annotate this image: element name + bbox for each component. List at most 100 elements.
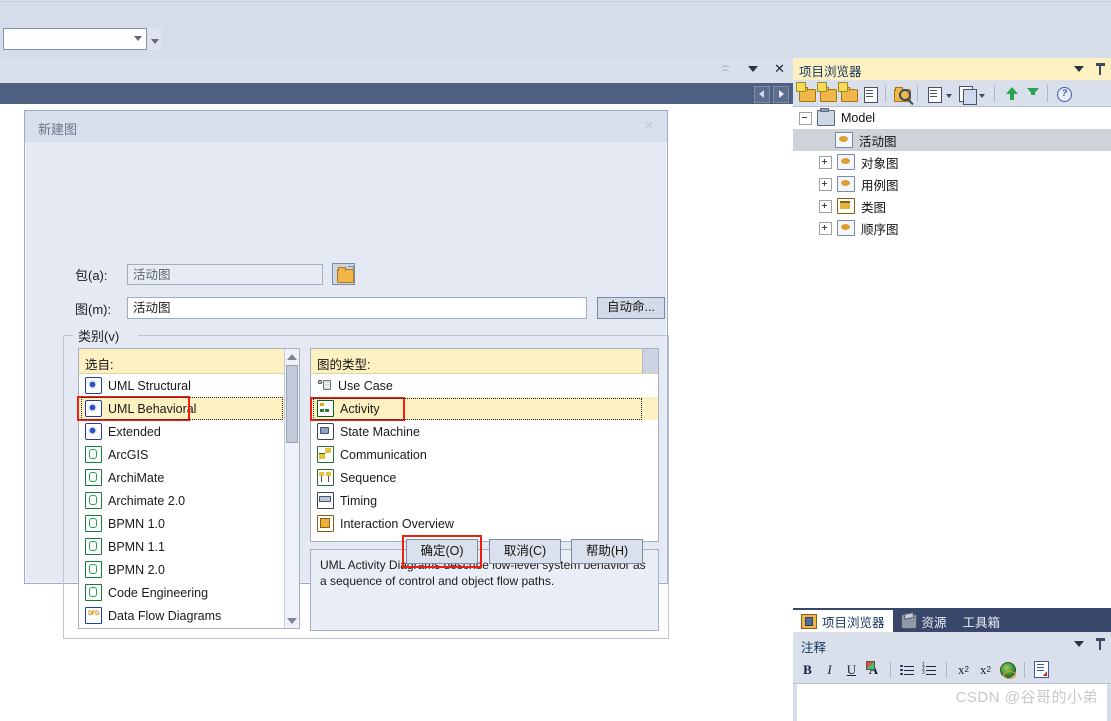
bold-button[interactable]: B	[798, 660, 817, 679]
diagram-type-list-item[interactable]: Interaction Overview	[311, 512, 658, 535]
diagram-type-list-item[interactable]: Use Case	[311, 374, 658, 397]
tree-node-label: Model	[841, 111, 876, 125]
interaction-overview-icon	[317, 515, 334, 532]
ok-button[interactable]: 确定(O)	[406, 539, 478, 564]
hyperlink-icon[interactable]	[998, 660, 1017, 679]
close-icon[interactable]: ✕	[774, 62, 785, 75]
category-list-item[interactable]: DFD Data Flow Diagrams	[79, 604, 299, 627]
category-list-item[interactable]: BPMN 1.0	[79, 512, 299, 535]
category-list-item[interactable]: Archimate 2.0	[79, 489, 299, 512]
pin-icon[interactable]	[1096, 63, 1105, 75]
new-element-icon[interactable]	[860, 84, 879, 103]
category-list-item-label: ArcGIS	[108, 447, 149, 462]
expand-icon[interactable]	[819, 221, 832, 235]
diagram-type-listbox[interactable]: 图的类型: Use Case Activity State Machine Commu…	[310, 348, 659, 542]
category-list-item[interactable]: UML Structural	[79, 374, 299, 397]
category-list-item[interactable]: ArcGIS	[79, 443, 299, 466]
tree-node[interactable]: Model	[793, 107, 1111, 129]
nav-next-icon[interactable]	[773, 86, 789, 103]
bullet-list-icon[interactable]	[898, 660, 917, 679]
notes-toolbar-separator	[946, 661, 947, 678]
scroll-thumb[interactable]	[286, 365, 298, 443]
help-icon[interactable]: ?	[1054, 84, 1073, 103]
new-folder-icon[interactable]	[817, 81, 837, 103]
edit-properties-icon[interactable]	[924, 84, 943, 103]
diagram-type-list-item[interactable]: State Machine	[311, 420, 658, 443]
diagram-type-list-item[interactable]: Activity	[311, 397, 658, 420]
font-color-icon[interactable]: A	[864, 660, 883, 679]
chevron-down-icon[interactable]	[134, 36, 142, 41]
nav-prev-icon[interactable]	[754, 86, 770, 103]
panel-tab[interactable]: 资源	[893, 611, 955, 632]
chevron-up-icon[interactable]	[718, 62, 732, 76]
collapse-icon[interactable]	[799, 111, 812, 125]
move-up-icon[interactable]	[1001, 84, 1020, 103]
insert-document-icon[interactable]	[1032, 660, 1051, 679]
scroll-down-icon[interactable]	[285, 613, 299, 628]
expand-icon[interactable]	[819, 199, 832, 213]
underline-button[interactable]: U	[842, 660, 861, 679]
chevron-down-icon[interactable]	[946, 93, 952, 98]
category-list-item[interactable]: Extended	[79, 420, 299, 443]
toolbar-combo-overflow[interactable]	[148, 28, 162, 50]
profile-icon	[85, 469, 102, 486]
category-listbox[interactable]: 选自: UML Structural UML Behavioral Extended…	[78, 348, 300, 629]
new-package-icon[interactable]	[796, 81, 816, 103]
package-input[interactable]: 活动图	[127, 263, 323, 285]
diagram-icon	[837, 176, 855, 192]
chevron-down-icon[interactable]	[979, 93, 985, 98]
diagram-type-list-item[interactable]: Sequence	[311, 466, 658, 489]
toolbar-separator	[1047, 84, 1048, 102]
close-icon[interactable]: ×	[641, 117, 657, 133]
diagram-type-list-item[interactable]: Communication	[311, 443, 658, 466]
pin-icon[interactable]	[1096, 638, 1105, 650]
scroll-up-icon[interactable]	[285, 349, 299, 364]
copy-icon[interactable]	[957, 84, 977, 105]
project-tree[interactable]: Model 活动图 对象图 用例图 类图 顺序图	[793, 107, 1111, 608]
chevron-down-icon[interactable]	[748, 66, 759, 72]
move-down-icon[interactable]	[1022, 84, 1041, 103]
notes-header-controls	[1074, 638, 1105, 650]
category-list-item-label: Archimate 2.0	[108, 493, 186, 508]
help-button[interactable]: 帮助(H)	[571, 539, 643, 564]
subscript-exp: 2	[986, 665, 991, 674]
application-window: ✕ 新建图 × 包(a): 活动图 图(m): 活动图 自动命... 类别(v)…	[0, 0, 1111, 721]
tree-node[interactable]: 类图	[793, 195, 1111, 217]
panel-tab[interactable]: 项目浏览器	[793, 610, 893, 632]
category-list-item[interactable]: UML Behavioral	[79, 397, 299, 420]
italic-button[interactable]: I	[820, 660, 839, 679]
diagram-type-list-item[interactable]: Timing	[311, 489, 658, 512]
category-scrollbar[interactable]	[284, 349, 299, 628]
toolbar-combo[interactable]	[3, 28, 147, 50]
diagram-type-scrollbar-corner	[642, 349, 658, 373]
chevron-down-icon[interactable]	[1074, 641, 1084, 647]
find-icon[interactable]	[892, 84, 911, 103]
cancel-button[interactable]: 取消(C)	[489, 539, 561, 564]
expand-icon[interactable]	[819, 155, 832, 169]
tree-node[interactable]: 用例图	[793, 173, 1111, 195]
category-list-item[interactable]: Code Engineering	[79, 581, 299, 604]
chevron-down-icon[interactable]	[1074, 66, 1084, 72]
tree-node[interactable]: 活动图	[793, 129, 1111, 151]
new-diagram-icon[interactable]	[838, 81, 858, 103]
diagram-name-input[interactable]: 活动图	[127, 297, 587, 319]
category-list-item-label: UML Behavioral	[108, 401, 197, 416]
panel-tab[interactable]: 工具箱	[955, 611, 1009, 632]
category-list-item-label: Extended	[108, 424, 161, 439]
auto-name-button[interactable]: 自动命...	[597, 297, 665, 319]
category-list-item[interactable]: BPMN 1.1	[79, 535, 299, 558]
expand-icon[interactable]	[819, 177, 832, 191]
numbered-list-icon[interactable]: 1 2 3	[920, 660, 939, 679]
project-browser-header: 项目浏览器	[793, 58, 1111, 81]
state-machine-icon	[317, 423, 334, 440]
new-diagram-dialog: 新建图 × 包(a): 活动图 图(m): 活动图 自动命... 类别(v) 选…	[24, 110, 669, 639]
category-list-item[interactable]: BPMN 2.0	[79, 558, 299, 581]
category-list-item[interactable]: ArchiMate	[79, 466, 299, 489]
folder-open-icon[interactable]	[332, 263, 355, 285]
category-list-item-label: Code Engineering	[108, 585, 209, 600]
superscript-button[interactable]: x2	[954, 660, 973, 679]
document-tab-controls: ✕	[718, 62, 785, 76]
tree-node[interactable]: 对象图	[793, 151, 1111, 173]
subscript-button[interactable]: x2	[976, 660, 995, 679]
tree-node[interactable]: 顺序图	[793, 217, 1111, 239]
